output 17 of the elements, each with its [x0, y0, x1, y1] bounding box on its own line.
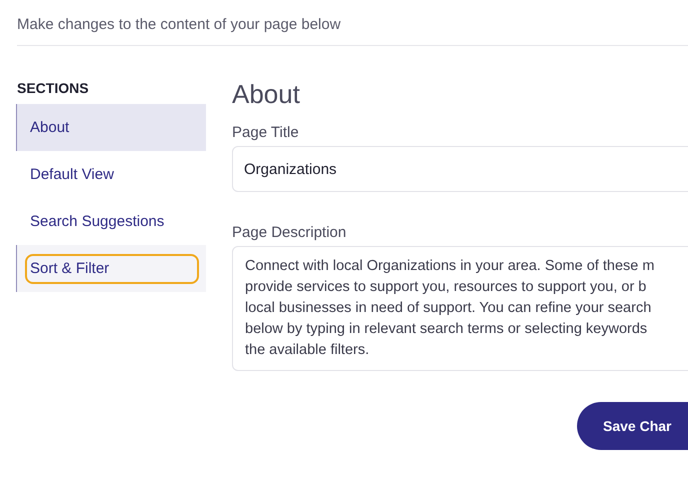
sidebar-item[interactable]: Default View	[16, 151, 206, 198]
sidebar-item[interactable]: Sort & Filter	[16, 245, 206, 292]
sections-heading: SECTIONS	[17, 79, 89, 97]
field-label: Page Title	[232, 123, 299, 143]
page-description-field[interactable]	[232, 246, 688, 371]
description-text: provide services to support you, resources to support you, or b	[245, 278, 646, 297]
field-label: Page Description	[232, 223, 346, 243]
description-text: local businesses in need of support. You can refine your search	[245, 299, 652, 318]
sidebar-item[interactable]: Search Suggestions	[16, 198, 206, 245]
description-text: Connect with local Organizations in your area. Some of these m	[245, 257, 654, 276]
save-button[interactable]: Save Char	[577, 402, 688, 450]
page-title-field[interactable]: Organizations	[232, 146, 688, 192]
section-title: About	[232, 79, 300, 109]
description-text: the available filters.	[245, 341, 370, 360]
sidebar-item[interactable]: About	[16, 104, 206, 151]
description-text: below by typing in relevant search terms or selecting keywords	[245, 320, 648, 339]
page-subtitle: Make changes to the content of your page below	[17, 15, 341, 35]
